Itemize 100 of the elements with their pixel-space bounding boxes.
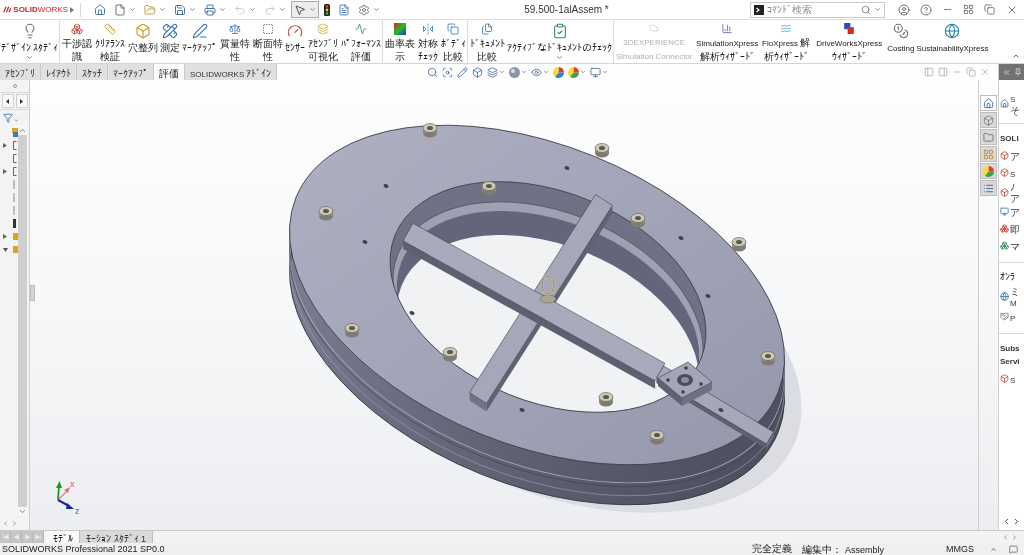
pen-icon: [191, 23, 208, 39]
panel-right-icon[interactable]: [938, 67, 948, 77]
ribbon-button[interactable]: 断面特性: [251, 20, 285, 62]
ribbon-button[interactable]: 測定: [159, 20, 182, 62]
task-link[interactable]: S: [1010, 166, 1016, 179]
search-icon[interactable]: [861, 4, 871, 15]
task-pane-tab[interactable]: [980, 112, 997, 128]
ribbon-button[interactable]: 曲率表示: [383, 20, 417, 62]
tab[interactable]: ｽｹｯﾁ: [77, 64, 108, 80]
ribbon-button[interactable]: 質量特性: [218, 20, 252, 62]
scroll-right-button[interactable]: [15, 94, 28, 108]
ribbon-button[interactable]: ﾃﾞｻﾞｲﾝ ｽﾀﾃﾞｨ: [0, 20, 60, 62]
flyout-arrow-icon[interactable]: [70, 6, 74, 13]
caret-right-icon[interactable]: [3, 234, 7, 239]
ribbon-button[interactable]: ｱｾﾝﾌﾞﾘ可視化: [306, 20, 340, 62]
panel-left-icon[interactable]: [924, 67, 934, 77]
triangle-left-icon: [6, 98, 9, 104]
ribbon-button[interactable]: SimulationXpress 解析ｳｨｻﾞｰﾄﾞ: [694, 20, 761, 62]
ribbon-button[interactable]: ｱｸﾃｨﾌﾞなﾄﾞｷｭﾒﾝﾄのﾁｪｯｸ: [506, 20, 614, 62]
triangle-right-icon: [20, 98, 23, 104]
axis-label: z: [75, 506, 80, 516]
ribbon-button[interactable]: ｾﾝｻｰ: [284, 20, 307, 62]
task-link[interactable]: 即: [1010, 223, 1020, 234]
chat-icon[interactable]: [1009, 544, 1018, 554]
ribbon-button[interactable]: Costing: [886, 20, 916, 62]
task-link[interactable]: S: [1010, 372, 1016, 385]
task-pane-tab[interactable]: [980, 129, 997, 145]
task-link[interactable]: P: [1010, 310, 1016, 323]
task-link[interactable]: ア: [1010, 206, 1020, 217]
caret-right-icon[interactable]: [3, 143, 7, 148]
tab[interactable]: ﾓｰｼｮﾝ ｽﾀﾃﾞｨ 1: [80, 531, 154, 543]
tab[interactable]: SOLIDWORKS ｱﾄﾞｲﾝ: [185, 64, 278, 80]
task-link[interactable]: ミ M: [1010, 285, 1020, 308]
restore-icon[interactable]: [984, 4, 995, 15]
ribbon-button[interactable]: SustainabilityXpress: [915, 20, 990, 62]
magnifier-icon[interactable]: [427, 66, 439, 78]
ribbon-button[interactable]: ﾏｰｸｱｯﾌﾟ: [181, 20, 219, 62]
search-input[interactable]: ｺﾏﾝﾄﾞ検索: [767, 3, 858, 16]
axis-triad-icon: [56, 481, 74, 509]
filter-icon[interactable]: [3, 113, 13, 123]
scroll-down-icon[interactable]: [18, 507, 27, 516]
toolbar-button[interactable]: [321, 1, 333, 18]
chevrons-left-icon[interactable]: [1001, 67, 1011, 77]
file-icon: [114, 3, 126, 16]
caret-icon: [309, 6, 316, 13]
ribbon-button[interactable]: ﾎﾞﾃﾞｨ比較: [439, 20, 468, 62]
tab[interactable]: ﾏｰｸｱｯﾌﾟ: [108, 64, 154, 80]
caret-up-icon[interactable]: [990, 545, 997, 553]
ribbon-button[interactable]: 干渉認識: [60, 20, 94, 62]
color-ball-icon: [983, 165, 994, 177]
tile-icon[interactable]: [963, 4, 974, 15]
task-pane-tab[interactable]: [980, 163, 997, 179]
panel-handle[interactable]: [30, 285, 35, 301]
cube-icon[interactable]: [472, 66, 484, 78]
user-icon[interactable]: [898, 3, 910, 16]
scan-magnifier-icon[interactable]: [442, 66, 454, 78]
task-pane-tab[interactable]: [980, 95, 997, 111]
task-link[interactable]: ア: [1010, 150, 1020, 161]
scrollbar-thumb[interactable]: [18, 135, 27, 507]
ribbon-button[interactable]: 対称ﾁｪｯｸ: [416, 20, 440, 62]
tab[interactable]: ｱｾﾝﾌﾞﾘ: [0, 64, 41, 80]
caret-icon: [14, 117, 19, 123]
layers-icon[interactable]: [487, 66, 499, 78]
coins-icon: [892, 23, 909, 39]
pin-icon[interactable]: [1013, 68, 1022, 76]
pointer-icon: [294, 3, 306, 16]
restore-icon[interactable]: [966, 67, 976, 77]
close-icon[interactable]: [980, 67, 990, 77]
tab[interactable]: ﾚｲｱｳﾄ: [41, 64, 77, 80]
ribbon-button[interactable]: 穴整列: [126, 20, 160, 62]
home-link[interactable]: S そ: [1010, 92, 1020, 115]
monitor-icon[interactable]: [590, 66, 602, 78]
eye-icon[interactable]: [531, 66, 543, 78]
help-icon[interactable]: [920, 3, 932, 16]
task-link[interactable]: ﾉ ア: [1010, 181, 1020, 203]
redo-icon: [264, 3, 276, 16]
clipboard-check-icon: [551, 23, 568, 39]
caret-icon: [159, 6, 166, 13]
task-pane-tab[interactable]: [980, 180, 997, 196]
ribbon-button[interactable]: ｸﾘｱﾗﾝｽ検証: [93, 20, 127, 62]
caret-right-icon[interactable]: [3, 169, 7, 174]
caret-down-icon[interactable]: [2, 247, 8, 252]
scroll-left-button[interactable]: [1, 94, 14, 108]
collapse-caret-icon[interactable]: [1012, 52, 1020, 60]
cube-icon: [1000, 187, 1009, 197]
caret-icon[interactable]: [874, 6, 881, 13]
ribbon-button[interactable]: FloXpress 解析ｳｨｻﾞｰﾄﾞ: [760, 20, 813, 62]
scroll-up-icon[interactable]: [18, 126, 27, 135]
task-link[interactable]: マ: [1010, 240, 1020, 251]
undo-icon: [234, 3, 246, 16]
pencil-icon[interactable]: [457, 66, 469, 78]
task-pane-tab[interactable]: [980, 146, 997, 162]
cube-icon: [1000, 151, 1009, 160]
units-selector[interactable]: MMGS: [946, 543, 974, 555]
sphere-icon[interactable]: [509, 66, 521, 78]
ribbon-button[interactable]: ﾄﾞｷｭﾒﾝﾄ比較: [468, 20, 507, 62]
tab[interactable]: ﾓﾃﾞﾙ: [47, 531, 80, 543]
ribbon-button[interactable]: DriveWorksXpress ｳｨｻﾞｰﾄﾞ: [812, 20, 887, 62]
command-search-field[interactable]: ｺﾏﾝﾄﾞ検索: [750, 1, 885, 18]
ribbon-button[interactable]: ﾊﾟﾌｫｰﾏﾝｽ評価: [339, 20, 383, 62]
